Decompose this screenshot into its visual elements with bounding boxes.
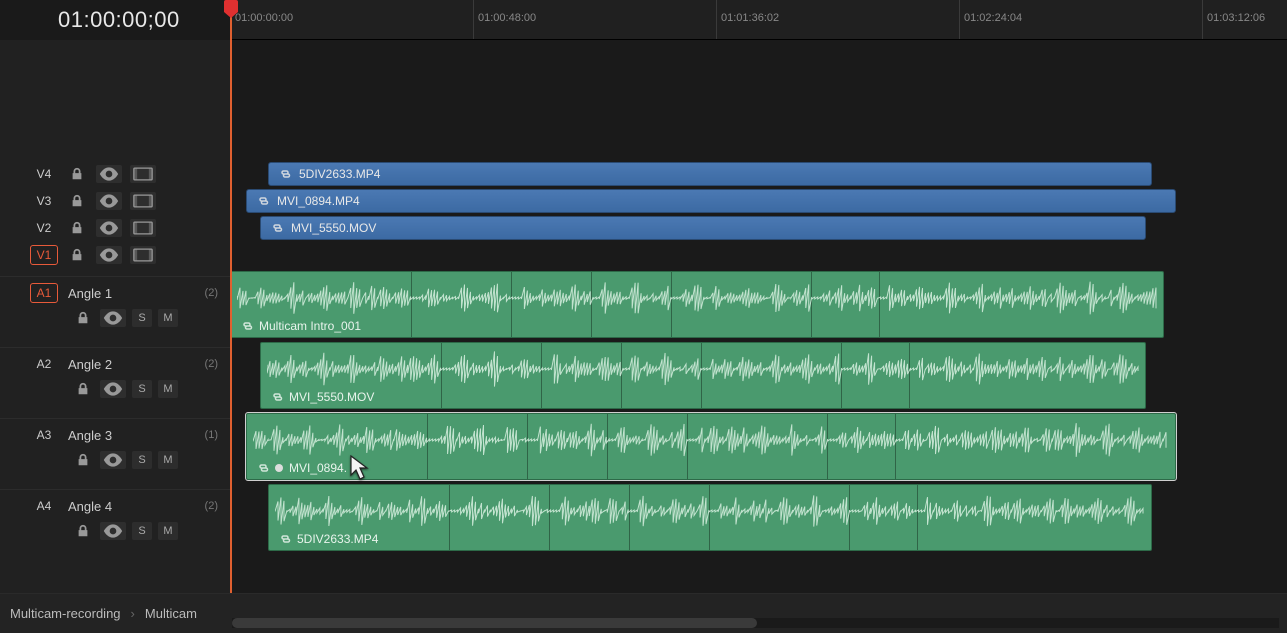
scrollbar-thumb[interactable] [232,618,757,628]
audio-track-header[interactable]: A4 Angle 4 (2) SM [0,489,230,560]
lock-icon[interactable] [66,192,88,210]
channel-count: (2) [205,500,218,512]
audio-clip[interactable]: MVI_5550.MOV [260,342,1146,409]
track-id-badge[interactable]: A1 [30,283,58,303]
channel-count: (1) [205,429,218,441]
timeline-ruler[interactable]: 01:00:00:00 01:00:48:00 01:01:36:02 01:02:2… [230,0,1287,40]
eye-icon[interactable] [96,165,122,183]
record-dot-icon [275,464,283,472]
clip-label: MVI_5550.MOV [291,221,376,235]
track-name[interactable]: Angle 4 [68,499,195,514]
track-id-badge[interactable]: V3 [30,191,58,211]
eye-icon[interactable] [100,309,126,327]
eye-icon[interactable] [100,380,126,398]
audio-clip[interactable]: 5DIV2633.MP4 [268,484,1152,551]
video-clip[interactable]: MVI_5550.MOV [260,216,1146,240]
audio-clip[interactable]: Multicam Intro_001 [230,271,1164,338]
lock-icon[interactable] [72,451,94,469]
chevron-right-icon: › [131,606,135,621]
eye-icon[interactable] [96,246,122,264]
audio-clip[interactable]: MVI_0894. [246,413,1176,480]
eye-icon[interactable] [100,522,126,540]
track-id-badge[interactable]: V2 [30,218,58,238]
mute-button[interactable]: M [158,522,178,540]
track-name[interactable]: Angle 1 [68,286,195,301]
clip-label: MVI_0894.MP4 [277,194,360,208]
film-icon[interactable] [130,192,156,210]
lock-icon[interactable] [72,309,94,327]
clip-label: 5DIV2633.MP4 [299,167,380,181]
solo-button[interactable]: S [132,522,152,540]
current-timecode: 01:00:00;00 [0,0,230,40]
lock-icon[interactable] [72,522,94,540]
tracks-area[interactable]: 5DIV2633.MP4 MVI_0894.MP4 MVI_5550.MOV Mult… [230,40,1287,593]
film-icon[interactable] [130,246,156,264]
horizontal-scrollbar[interactable] [232,618,1279,628]
track-id-badge[interactable]: V1 [30,245,58,265]
lock-icon[interactable] [66,219,88,237]
audio-track-header[interactable]: A1 Angle 1 (2) SM [0,276,230,347]
audio-track-header[interactable]: A3 Angle 3 (1) SM [0,418,230,489]
clip-label: MVI_5550.MOV [271,390,374,404]
track-id-badge[interactable]: V4 [30,164,58,184]
clip-label: MVI_0894. [257,461,347,475]
track-name[interactable]: Angle 3 [68,428,195,443]
lock-icon[interactable] [66,165,88,183]
track-id-badge[interactable]: A2 [30,354,58,374]
video-clip[interactable]: 5DIV2633.MP4 [268,162,1152,186]
channel-count: (2) [205,287,218,299]
ruler-tick: 01:00:48:00 [473,0,536,39]
breadcrumb-leaf[interactable]: Multicam [145,606,197,621]
track-id-badge[interactable]: A4 [30,496,58,516]
clip-label: Multicam Intro_001 [241,319,361,333]
video-track-header[interactable]: V3 [0,187,230,214]
solo-button[interactable]: S [132,380,152,398]
clip-label: 5DIV2633.MP4 [279,532,378,546]
audio-track-header[interactable]: A2 Angle 2 (2) SM [0,347,230,418]
lock-icon[interactable] [66,246,88,264]
ruler-tick: 01:03:12:06 [1202,0,1265,39]
solo-button[interactable]: S [132,309,152,327]
mute-button[interactable]: M [158,309,178,327]
ruler-tick: 01:01:36:02 [716,0,779,39]
video-track-header[interactable]: V4 [0,160,230,187]
mute-button[interactable]: M [158,380,178,398]
breadcrumb-root[interactable]: Multicam-recording [10,606,121,621]
eye-icon[interactable] [96,192,122,210]
video-clip[interactable]: MVI_0894.MP4 [246,189,1176,213]
eye-icon[interactable] [96,219,122,237]
ruler-tick: 01:00:00:00 [230,0,293,39]
lock-icon[interactable] [72,380,94,398]
film-icon[interactable] [130,219,156,237]
mute-button[interactable]: M [158,451,178,469]
channel-count: (2) [205,358,218,370]
track-name[interactable]: Angle 2 [68,357,195,372]
video-track-header[interactable]: V1 [0,241,230,268]
video-track-header[interactable]: V2 [0,214,230,241]
playhead[interactable] [230,0,232,593]
track-header-panel: V4V3V2V1 A1Angle 1(2)SMA2Angle 2(2)SMA3A… [0,40,230,593]
film-icon[interactable] [130,165,156,183]
track-id-badge[interactable]: A3 [30,425,58,445]
ruler-tick: 01:02:24:04 [959,0,1022,39]
solo-button[interactable]: S [132,451,152,469]
eye-icon[interactable] [100,451,126,469]
